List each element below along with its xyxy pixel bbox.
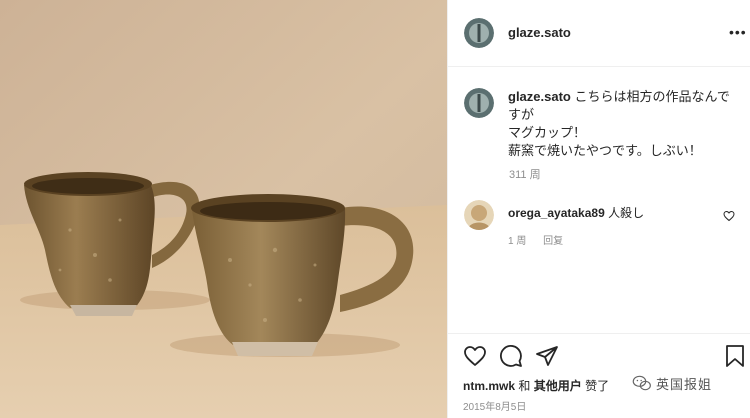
likes-joiner: 和 bbox=[518, 379, 531, 393]
post-side-panel: glaze.sato ••• glaze.sato こちらは相方の作品なんですが… bbox=[447, 0, 750, 418]
comment-avatar[interactable] bbox=[464, 200, 494, 230]
comment-icon[interactable] bbox=[499, 344, 523, 368]
comment-item: orega_ayataka89 人殺し 1 周 回复 bbox=[464, 200, 744, 250]
comment-heart-icon[interactable] bbox=[723, 210, 735, 222]
avatar[interactable] bbox=[464, 18, 494, 48]
comment-text: orega_ayataka89 人殺し bbox=[508, 204, 644, 221]
comment-body: 人殺し bbox=[608, 206, 645, 220]
post-header: glaze.sato ••• bbox=[448, 0, 750, 67]
watermark: 英国报姐 bbox=[632, 371, 712, 395]
caption-line-2: マグカップ！ bbox=[508, 125, 587, 140]
caption-time: 311 周 bbox=[509, 169, 541, 181]
caption-text: glaze.sato こちらは相方の作品なんですが マグカップ！ 薪窯で焼いたや… bbox=[508, 88, 738, 160]
watermark-text: 英国报姐 bbox=[656, 376, 713, 392]
comment-meta: 1 周 回复 bbox=[508, 232, 563, 247]
post-date: 2015年8月5日 bbox=[463, 402, 527, 413]
mug-photo-illustration bbox=[0, 0, 447, 418]
avatar-image bbox=[464, 88, 494, 118]
caption-avatar[interactable] bbox=[464, 88, 494, 118]
wechat-icon bbox=[632, 375, 651, 391]
comment-username[interactable]: orega_ayataka89 bbox=[508, 206, 605, 220]
likes-suffix: 赞了 bbox=[585, 379, 610, 393]
post-photo[interactable] bbox=[0, 0, 447, 418]
share-icon[interactable] bbox=[535, 344, 559, 368]
caption-line-3: 薪窯で焼いたやつです。しぶい！ bbox=[508, 143, 702, 158]
avatar-image bbox=[464, 200, 494, 230]
likes-summary: ntm.mwk 和 其他用户 赞了 bbox=[463, 377, 609, 394]
avatar-image bbox=[464, 18, 494, 48]
likes-user[interactable]: ntm.mwk bbox=[463, 379, 515, 393]
reply-button[interactable]: 回复 bbox=[543, 236, 563, 247]
likes-others[interactable]: 其他用户 bbox=[534, 379, 582, 393]
header-username[interactable]: glaze.sato bbox=[508, 25, 571, 40]
heart-icon[interactable] bbox=[463, 344, 487, 368]
more-icon[interactable]: ••• bbox=[729, 25, 747, 39]
comment-time: 1 周 bbox=[508, 236, 527, 247]
bookmark-icon[interactable] bbox=[723, 344, 747, 368]
caption-username[interactable]: glaze.sato bbox=[508, 89, 571, 104]
